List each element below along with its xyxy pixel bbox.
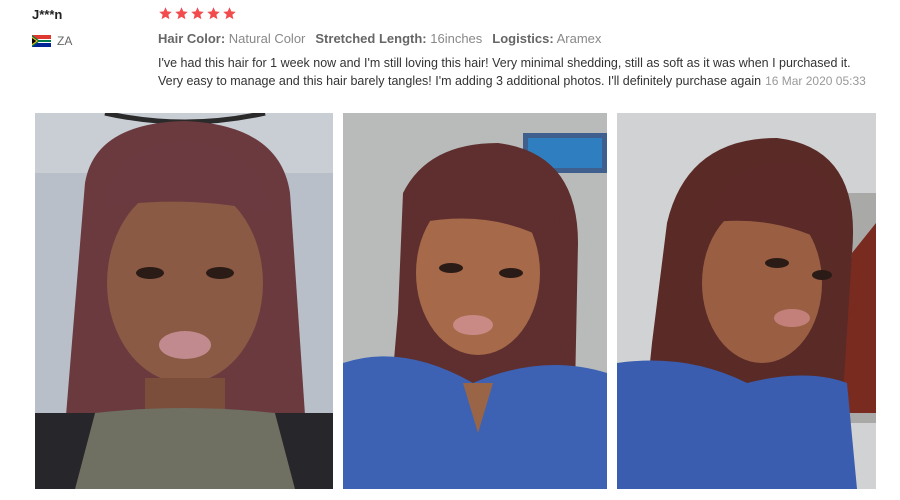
attribute-value: Natural Color bbox=[228, 31, 306, 46]
review-photo-2[interactable] bbox=[343, 113, 607, 489]
review-attribute: Logistics: Aramex bbox=[492, 31, 601, 47]
review-body: I've had this hair for 1 week now and I'… bbox=[158, 56, 851, 88]
review-attribute: Stretched Length: 16inches bbox=[315, 31, 482, 47]
review-photo-1[interactable] bbox=[35, 113, 333, 489]
attribute-value: Aramex bbox=[556, 31, 602, 46]
star-icon bbox=[223, 7, 236, 20]
reviewer-info: J***n ZA bbox=[32, 6, 142, 48]
reviewer-country: ZA bbox=[32, 34, 142, 48]
review-item: J***n ZA Hair Color: Natural Color Stretc… bbox=[0, 0, 900, 500]
attribute-label: Stretched Length: bbox=[315, 31, 427, 46]
review-text-block: I've had this hair for 1 week now and I'… bbox=[158, 54, 870, 90]
star-icon bbox=[207, 7, 220, 20]
country-code: ZA bbox=[57, 34, 73, 48]
star-icon bbox=[159, 7, 172, 20]
attribute-label: Logistics: bbox=[492, 31, 554, 46]
reviewer-name: J***n bbox=[32, 7, 63, 22]
star-icon bbox=[175, 7, 188, 20]
star-rating bbox=[158, 6, 238, 21]
review-attributes: Hair Color: Natural Color Stretched Lengt… bbox=[158, 31, 611, 47]
south-africa-flag-icon bbox=[32, 35, 51, 47]
review-photos bbox=[0, 113, 900, 489]
review-date: 16 Mar 2020 05:33 bbox=[765, 74, 866, 88]
attribute-value: 16inches bbox=[430, 31, 483, 46]
review-attribute: Hair Color: Natural Color bbox=[158, 31, 305, 47]
star-icon bbox=[191, 7, 204, 20]
attribute-label: Hair Color: bbox=[158, 31, 226, 46]
review-photo-3[interactable] bbox=[617, 113, 876, 489]
